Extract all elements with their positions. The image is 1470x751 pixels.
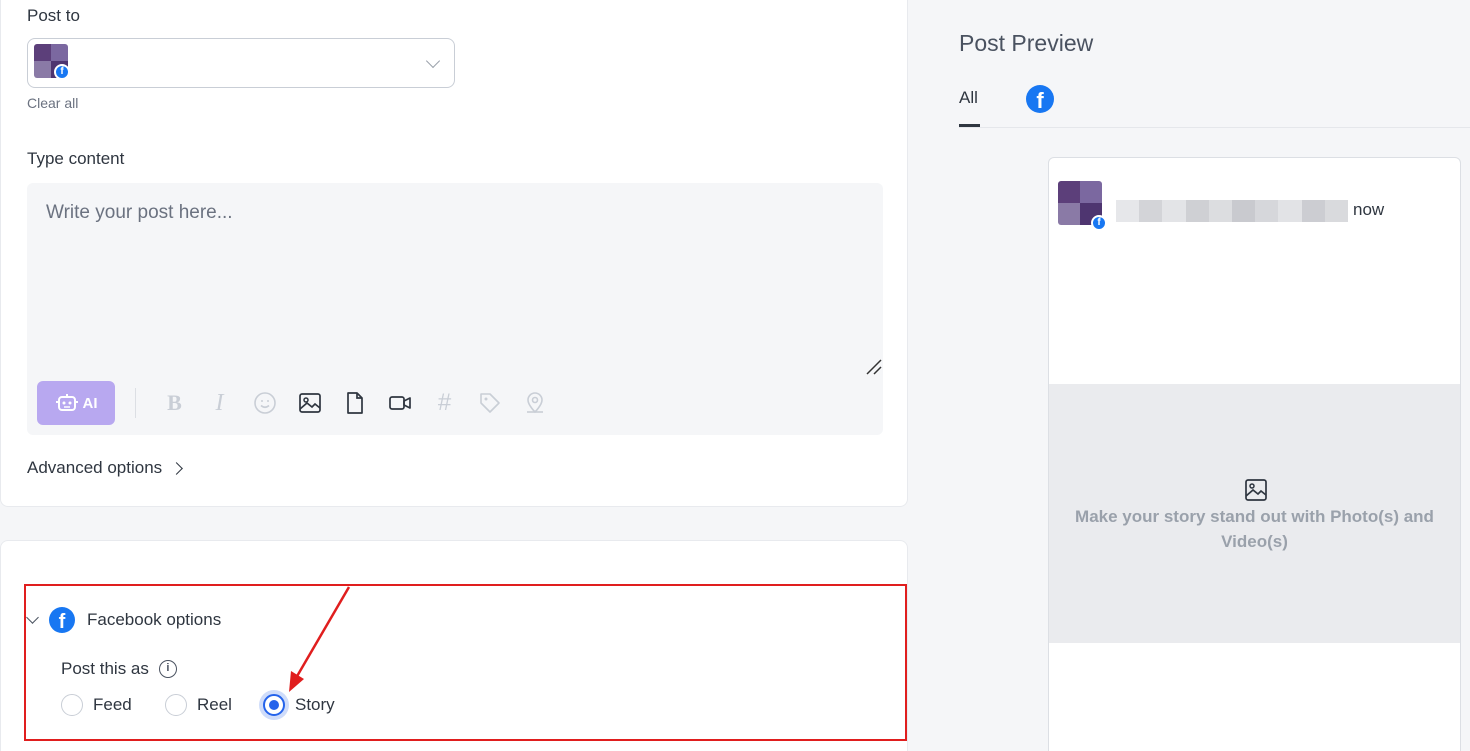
italic-icon[interactable]: I — [197, 381, 242, 425]
post-to-label: Post to — [27, 6, 80, 25]
media-placeholder-text: Make your story stand out with Photo(s) … — [1075, 507, 1434, 551]
resize-handle-icon[interactable] — [865, 358, 883, 376]
post-preview-title: Post Preview — [959, 30, 1094, 56]
bold-icon[interactable]: B — [152, 381, 197, 425]
facebook-options-toggle[interactable]: f Facebook options — [26, 607, 222, 633]
location-icon[interactable] — [512, 381, 557, 425]
toolbar-divider — [135, 388, 136, 418]
facebook-badge-icon: f — [54, 64, 70, 80]
italic-glyph: I — [215, 389, 224, 416]
chevron-down-icon[interactable] — [425, 53, 441, 69]
chevron-right-icon — [170, 461, 184, 475]
image-icon — [1245, 479, 1267, 501]
post-as-label: Post this as — [61, 659, 149, 678]
active-tab-indicator — [959, 124, 980, 127]
radio-circle[interactable] — [61, 694, 83, 716]
post-content-input[interactable] — [27, 183, 883, 378]
editor-toolbar: AI B I # — [37, 381, 557, 425]
emoji-icon[interactable] — [242, 381, 287, 425]
type-content-label: Type content — [27, 149, 125, 168]
radio-reel[interactable]: Reel — [165, 694, 232, 716]
tag-icon[interactable] — [467, 381, 512, 425]
facebook-badge-icon: f — [1091, 215, 1107, 231]
clear-all-link[interactable]: Clear all — [27, 95, 78, 111]
compose-card: Post to f Clear all Type content Write y… — [0, 0, 908, 507]
radio-feed[interactable]: Feed — [61, 694, 132, 716]
bold-glyph: B — [167, 390, 182, 415]
chevron-down-icon — [26, 611, 39, 624]
hashtag-glyph: # — [437, 389, 452, 416]
video-icon[interactable] — [377, 381, 422, 425]
post-editor: AI B I # — [27, 183, 883, 435]
preview-tabs: All f — [959, 84, 1470, 128]
ai-button-label: AI — [82, 394, 98, 412]
hashtag-icon[interactable]: # — [422, 381, 467, 425]
story-preview-card: f now Make your story stand out with Pho… — [1048, 157, 1461, 751]
account-select[interactable]: f — [27, 38, 455, 88]
file-icon[interactable] — [332, 381, 377, 425]
ai-button[interactable]: AI — [37, 381, 115, 425]
radio-circle[interactable] — [165, 694, 187, 716]
post-as-row: Post this as i — [61, 659, 177, 679]
image-icon[interactable] — [287, 381, 332, 425]
advanced-options-label: Advanced options — [27, 458, 163, 477]
preview-timestamp: now — [1353, 200, 1385, 219]
tab-facebook-icon[interactable]: f — [1026, 85, 1054, 113]
facebook-options-title: Facebook options — [87, 610, 222, 629]
radio-circle-selected[interactable] — [263, 694, 285, 716]
radio-reel-label: Reel — [197, 695, 232, 714]
info-icon[interactable]: i — [158, 660, 177, 678]
radio-feed-label: Feed — [93, 695, 132, 714]
radio-story-label: Story — [295, 695, 335, 714]
radio-story[interactable]: Story — [263, 694, 335, 716]
story-media-placeholder: Make your story stand out with Photo(s) … — [1049, 384, 1460, 643]
tab-all[interactable]: All — [959, 88, 978, 108]
robot-icon — [55, 394, 78, 411]
blurred-account-name — [1116, 200, 1349, 222]
advanced-options-toggle[interactable]: Advanced options — [27, 458, 184, 478]
facebook-icon: f — [49, 607, 75, 633]
